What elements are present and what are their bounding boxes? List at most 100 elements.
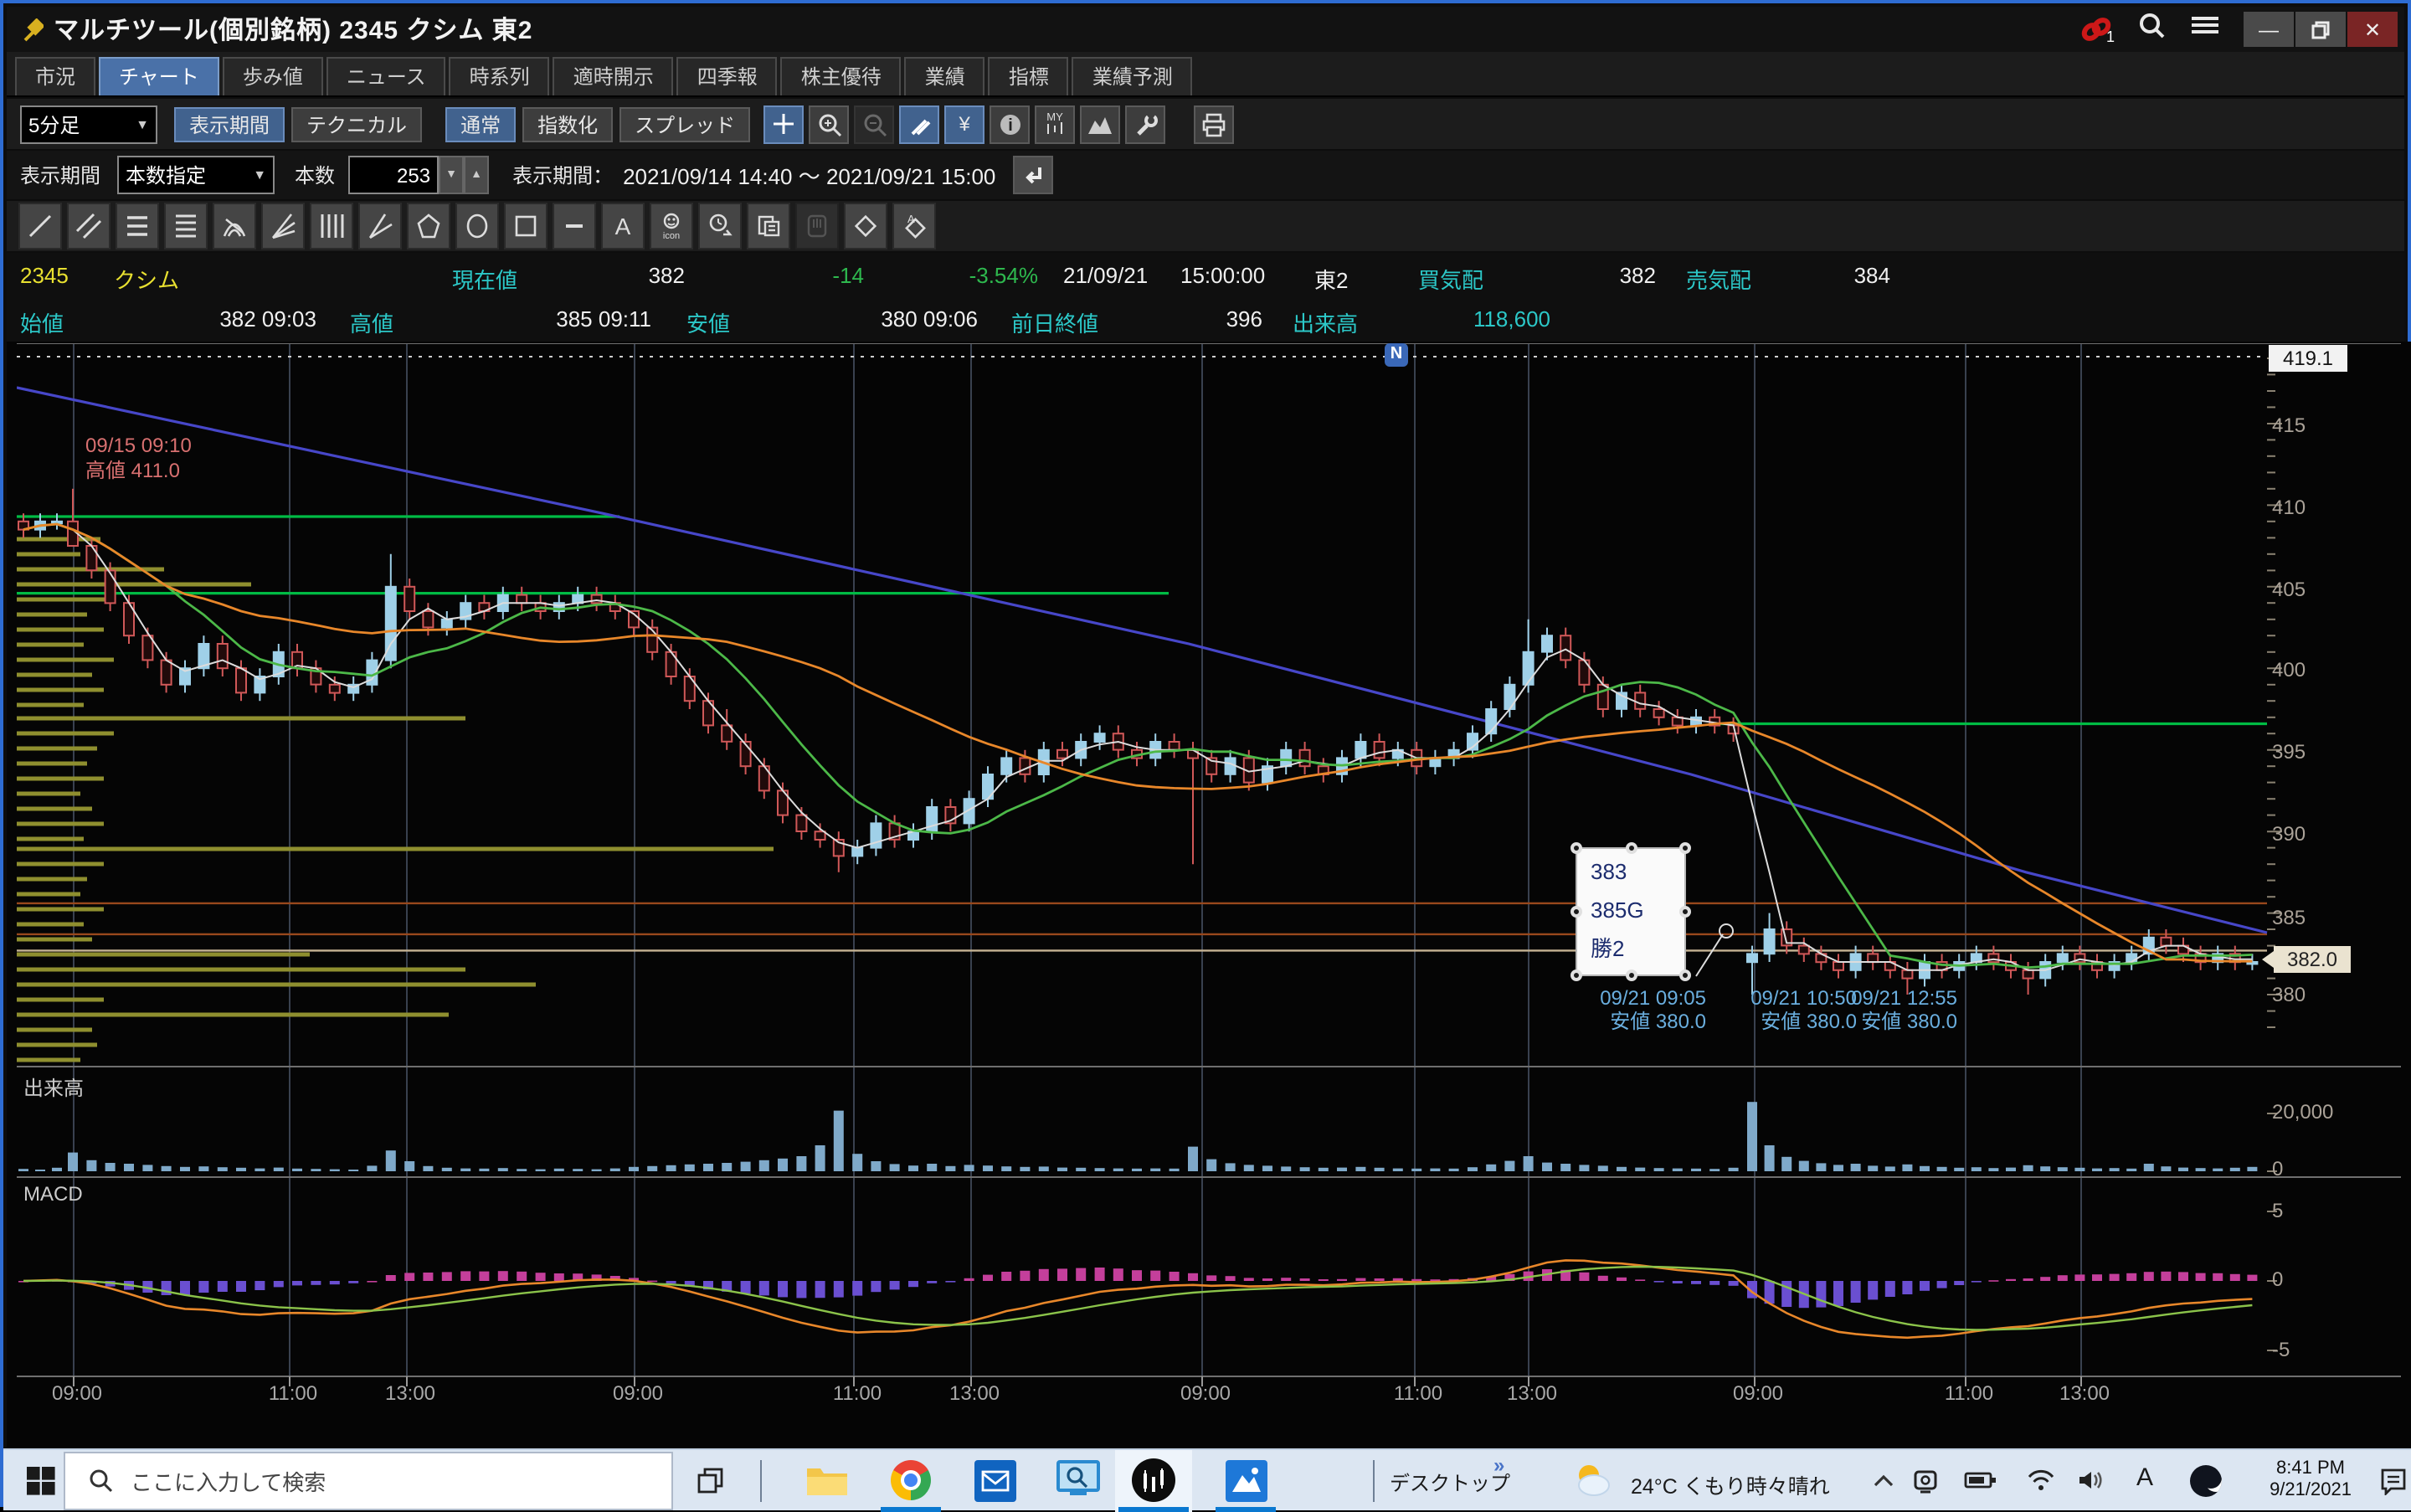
reset-period-button[interactable] — [1012, 156, 1052, 194]
parallel-lines-tool-icon[interactable] — [67, 203, 111, 249]
drag-handle[interactable] — [1679, 969, 1691, 981]
tab-indicators[interactable]: 指標 — [989, 57, 1069, 95]
wifi-icon[interactable] — [2019, 1449, 2063, 1511]
display-period-button[interactable]: 表示期間 — [174, 106, 285, 141]
desktop-toolbar-label[interactable]: デスクトップ — [1390, 1468, 1510, 1497]
taskbar-clock[interactable]: 8:41 PM 9/21/2021 — [2255, 1458, 2366, 1502]
tab-shikiho[interactable]: 四季報 — [677, 57, 778, 95]
low-annotation-3: 09/21 12:55安値 380.0 — [1823, 986, 1957, 1033]
search-icon[interactable] — [2138, 11, 2167, 48]
drag-handle[interactable] — [1679, 842, 1691, 854]
trendline-tool-icon[interactable] — [18, 203, 62, 249]
ime-icon[interactable] — [2183, 1449, 2227, 1511]
hidden-icons-chevron[interactable] — [1865, 1449, 1902, 1511]
fan-lines-tool-icon[interactable] — [261, 203, 305, 249]
eraser-tool-icon[interactable] — [844, 203, 887, 249]
link-icon[interactable]: 1 — [2079, 14, 2115, 44]
tab-news[interactable]: ニュース — [326, 57, 446, 95]
info-button[interactable]: i — [990, 105, 1030, 143]
task-view-button[interactable] — [686, 1449, 733, 1511]
weather-text[interactable]: 24°C くもり時々晴れ — [1631, 1468, 1830, 1500]
volume-pane-label: 出来高 — [23, 1073, 84, 1102]
count-input[interactable]: 253 — [348, 156, 439, 194]
restore-button[interactable] — [2295, 12, 2346, 47]
tab-earnings[interactable]: 業績 — [905, 57, 985, 95]
quote-row-1: 2345 クシム 現在値 382 -14 -3.54% 21/09/21 15:… — [7, 253, 2404, 298]
photos-app-icon[interactable] — [1212, 1449, 1279, 1511]
mail-app-icon[interactable] — [961, 1449, 1028, 1511]
taskbar-search-input[interactable]: ここに入力して検索 — [64, 1452, 673, 1510]
technical-button[interactable]: テクニカル — [291, 106, 422, 141]
zoom-in-button[interactable] — [809, 105, 849, 143]
drag-handle[interactable] — [1570, 906, 1582, 918]
tab-chart[interactable]: チャート — [99, 57, 219, 95]
pin-icon[interactable] — [20, 18, 44, 41]
tab-market[interactable]: 市況 — [15, 57, 95, 95]
y-tick-395: 395 — [2272, 740, 2306, 764]
pentagon-tool-icon[interactable] — [407, 203, 450, 249]
icon-stamp-tool-icon[interactable]: icon — [650, 203, 693, 249]
device-icon[interactable] — [1905, 1449, 1946, 1511]
minimize-button[interactable]: — — [2244, 12, 2294, 47]
spread-button[interactable]: スプレッド — [619, 106, 750, 141]
low-annotation-1: 09/21 09:05安値 380.0 — [1572, 986, 1706, 1033]
drag-handle[interactable] — [1570, 842, 1582, 854]
chrome-icon[interactable] — [877, 1449, 944, 1511]
draw-pencil-button[interactable] — [899, 105, 939, 143]
ime-mode-indicator[interactable]: A — [2136, 1463, 2153, 1492]
text-tool-icon[interactable]: A — [601, 203, 645, 249]
trading-app-icon[interactable] — [1128, 1449, 1179, 1511]
area-chart-button[interactable] — [1080, 105, 1120, 143]
toolbar-overflow-chevron[interactable]: » — [1493, 1453, 1504, 1477]
battery-icon[interactable] — [1959, 1449, 2002, 1511]
copy-tool-icon[interactable] — [747, 203, 790, 249]
event-clock-tool-icon[interactable] — [698, 203, 742, 249]
fibonacci-arc-tool-icon[interactable] — [213, 203, 256, 249]
weather-icon[interactable] — [1570, 1449, 1614, 1511]
ellipse-tool-icon[interactable] — [455, 203, 499, 249]
count-down-button[interactable]: ▼ — [439, 156, 464, 194]
news-marker[interactable]: N — [1385, 343, 1408, 367]
cursor-price-tag: 419.1 — [2269, 345, 2347, 372]
x-tick-8: 13:00 — [1492, 1381, 1572, 1405]
action-center-icon[interactable] — [2371, 1449, 2411, 1511]
close-button[interactable]: ✕ — [2347, 12, 2398, 47]
my-chart-button[interactable]: MY — [1035, 105, 1075, 143]
horizontal-lines4-tool-icon[interactable] — [164, 203, 208, 249]
price-chart-canvas[interactable] — [17, 343, 2401, 1418]
yen-button[interactable]: ¥ — [944, 105, 984, 143]
settings-wrench-button[interactable] — [1125, 105, 1165, 143]
erase-all-tool-icon[interactable]: A — [892, 203, 936, 249]
file-explorer-icon[interactable] — [794, 1449, 861, 1511]
drag-handle[interactable] — [1626, 842, 1637, 854]
horizontal-lines3-tool-icon[interactable] — [116, 203, 159, 249]
tab-tick[interactable]: 歩み値 — [223, 57, 323, 95]
chart-tooltip[interactable]: 383 385G 勝2 — [1576, 847, 1686, 976]
timeframe-select[interactable]: 5分足▼ — [20, 105, 157, 143]
period-mode-select[interactable]: 本数指定▼ — [117, 156, 275, 194]
rectangle-tool-icon[interactable] — [504, 203, 547, 249]
tab-timeseries[interactable]: 時系列 — [450, 57, 550, 95]
zoom-out-button[interactable] — [854, 105, 894, 143]
tab-forecast[interactable]: 業績予測 — [1072, 57, 1193, 95]
vertical-lines-tool-icon[interactable] — [310, 203, 353, 249]
tab-shareholder[interactable]: 株主優待 — [781, 57, 902, 95]
print-button[interactable] — [1194, 105, 1234, 143]
start-button[interactable] — [20, 1449, 60, 1511]
screen-tool-icon[interactable] — [1045, 1449, 1112, 1511]
drag-handle[interactable] — [1626, 969, 1637, 981]
segment-tool-icon[interactable] — [553, 203, 596, 249]
drag-handle[interactable] — [1570, 969, 1582, 981]
normal-button[interactable]: 通常 — [445, 106, 516, 141]
drag-handle[interactable] — [1679, 906, 1691, 918]
drawing-toolbar: A icon A — [7, 201, 2404, 251]
indexed-button[interactable]: 指数化 — [522, 106, 613, 141]
crosshair-button[interactable] — [763, 105, 804, 143]
tab-disclosure[interactable]: 適時開示 — [553, 57, 674, 95]
hand-tool-icon[interactable] — [795, 203, 839, 249]
chart-area[interactable]: 419.1 382.0 N 415 410 405 400 395 390 38… — [7, 342, 2411, 1448]
rays-tool-icon[interactable] — [358, 203, 402, 249]
menu-icon[interactable] — [2190, 13, 2220, 45]
volume-icon[interactable] — [2069, 1449, 2113, 1511]
count-up-button[interactable]: ▲ — [464, 156, 489, 194]
